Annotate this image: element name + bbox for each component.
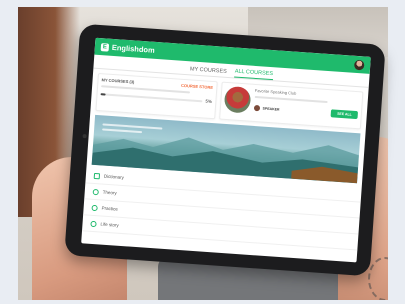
- course-progress: 5%: [100, 91, 212, 104]
- speaker-label: SPEAKER: [262, 106, 280, 112]
- see-all-button[interactable]: SEE ALL: [330, 109, 359, 120]
- tablet-screen: E Englishdom MY COURSES ALL COURSES MY C…: [81, 37, 371, 263]
- practice-icon: [91, 204, 98, 211]
- teacher-photo: [223, 85, 252, 114]
- menu-item-label: Theory: [102, 189, 117, 196]
- menu-item-label: Practice: [101, 205, 119, 212]
- tablet-device: E Englishdom MY COURSES ALL COURSES MY C…: [64, 23, 386, 277]
- menu-item-label: Dictionary: [103, 173, 125, 181]
- speaker-avatar: [253, 104, 260, 112]
- app-name: Englishdom: [111, 42, 156, 55]
- camera-dot: [82, 134, 87, 139]
- progress-fill: [100, 92, 106, 96]
- menu-item-label: Life story: [100, 221, 119, 228]
- speaker-row: SPEAKER SEE ALL: [253, 104, 359, 120]
- my-courses-card[interactable]: MY COURSES (3) COURSE STORE 5%: [95, 72, 218, 120]
- theory-icon: [92, 188, 99, 195]
- book-icon: [93, 172, 101, 179]
- clock-icon: [90, 220, 97, 227]
- progress-track: [100, 92, 203, 102]
- avatar[interactable]: [353, 59, 365, 70]
- my-courses-label: MY COURSES (3): [101, 77, 135, 85]
- logo-icon: E: [100, 42, 110, 52]
- course-store-link[interactable]: COURSE STORE: [181, 83, 213, 90]
- progress-value: 5%: [205, 98, 213, 104]
- speaking-club-card[interactable]: Favorite Speaking Club SPEAKER SEE ALL: [218, 81, 364, 130]
- app-logo[interactable]: E Englishdom: [100, 42, 156, 55]
